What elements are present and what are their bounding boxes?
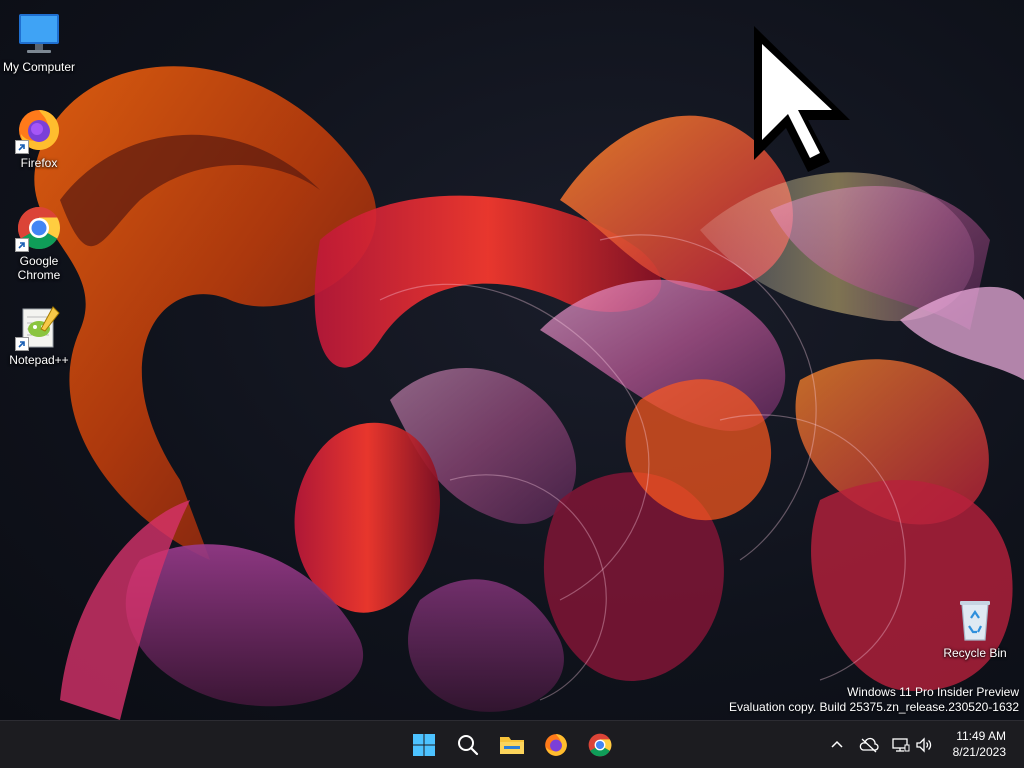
- network-icon: [892, 738, 910, 752]
- search-icon: [458, 735, 479, 756]
- taskbar-clock[interactable]: 11:49 AM 8/21/2023: [926, 728, 1006, 760]
- desktop-icon-label: Notepad++: [9, 353, 69, 367]
- desktop-icon-label: My Computer: [2, 60, 76, 74]
- onedrive-offline-icon: [859, 737, 879, 753]
- wallpaper: [34, 66, 1024, 720]
- recycle-bin-icon: [951, 596, 999, 644]
- file-explorer-button[interactable]: [492, 725, 532, 765]
- chrome-icon: [15, 204, 63, 252]
- notepadpp-icon: [15, 303, 63, 351]
- desktop-icon-label: Firefox: [20, 156, 58, 170]
- mouse-cursor-icon: [754, 26, 850, 172]
- desktop-icon-my-computer[interactable]: My Computer: [1, 10, 77, 74]
- desktop-icon-notepadpp[interactable]: Notepad++: [1, 303, 77, 367]
- clock-date: 8/21/2023: [952, 745, 1006, 759]
- firefox-icon: [545, 734, 567, 756]
- windows-logo-icon: [413, 734, 435, 756]
- watermark-build: Evaluation copy. Build 25375.zn_release.…: [729, 700, 1019, 714]
- evaluation-watermark: Windows 11 Pro Insider Preview Evaluatio…: [729, 685, 1019, 715]
- show-hidden-icons-button[interactable]: [825, 733, 849, 757]
- desktop-icon-firefox[interactable]: Firefox: [1, 106, 77, 170]
- clock-time: 11:49 AM: [956, 729, 1006, 743]
- shortcut-arrow-icon: [15, 140, 29, 154]
- firefox-icon: [15, 106, 63, 154]
- folder-icon: [500, 737, 524, 754]
- chrome-icon: [588, 733, 612, 757]
- onedrive-tray-button[interactable]: [857, 733, 881, 757]
- firefox-taskbar-button[interactable]: [536, 725, 576, 765]
- search-button[interactable]: [448, 725, 488, 765]
- network-tray-button[interactable]: [889, 733, 913, 757]
- desktop[interactable]: My Computer Firefox Google Chrome Notepa…: [0, 0, 1024, 720]
- taskbar: 11:49 AM 8/21/2023: [0, 720, 1024, 768]
- desktop-icon-label: Google Chrome: [17, 254, 61, 282]
- shortcut-arrow-icon: [15, 238, 29, 252]
- computer-icon: [15, 10, 63, 58]
- shortcut-arrow-icon: [15, 337, 29, 351]
- desktop-icon-google-chrome[interactable]: Google Chrome: [1, 204, 77, 282]
- desktop-icon-recycle-bin[interactable]: Recycle Bin: [937, 596, 1013, 660]
- desktop-icon-label: Recycle Bin: [943, 646, 1007, 660]
- watermark-edition: Windows 11 Pro Insider Preview: [847, 685, 1019, 699]
- chrome-taskbar-button[interactable]: [580, 725, 620, 765]
- start-button[interactable]: [404, 725, 444, 765]
- chevron-up-icon: [831, 740, 843, 748]
